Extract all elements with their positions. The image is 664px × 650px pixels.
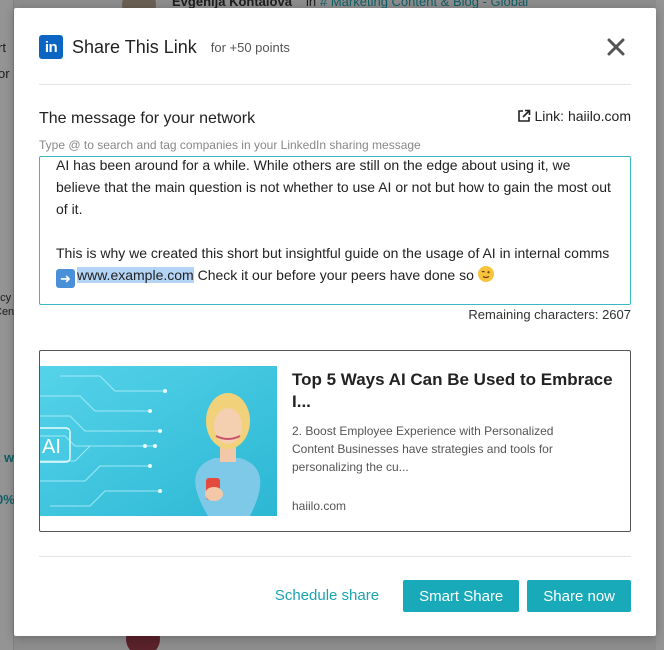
points-label: for +50 points: [210, 39, 290, 55]
preview-title[interactable]: Top 5 Ways AI Can Be Used to Embrace I..…: [292, 369, 622, 413]
message-textarea[interactable]: AI has been around for a while. While ot…: [39, 156, 631, 305]
share-link-modal: in Share This Link for +50 points The me…: [14, 8, 656, 636]
close-button[interactable]: [601, 32, 631, 62]
linkedin-icon: in: [39, 35, 63, 59]
modal-footer: Schedule share Smart Share Share now: [259, 580, 631, 612]
smart-share-button[interactable]: Smart Share: [403, 580, 520, 612]
preview-domain: haiilo.com: [292, 499, 347, 513]
tagging-hint: Type @ to search and tag companies in yo…: [39, 138, 421, 152]
preview-description: 2. Boost Employee Experience with Person…: [292, 424, 554, 474]
modal-title: Share This Link: [72, 36, 197, 57]
right-arrow-emoji-icon: ➜: [56, 269, 75, 288]
link-preview-card[interactable]: AI Top 5 Ways AI Can Be Used to Embrace …: [39, 350, 631, 532]
external-link-icon: [517, 109, 530, 122]
link-info[interactable]: Link: haiilo.com: [517, 108, 632, 124]
header-divider: [39, 84, 631, 85]
preview-image-art: AI: [40, 366, 277, 516]
remaining-characters: Remaining characters: 2607: [468, 307, 631, 322]
preview-image-label: AI: [42, 436, 61, 458]
message-paragraph-2: This is why we created this short but in…: [56, 242, 614, 288]
footer-divider: [39, 556, 631, 557]
wink-emoji-icon: [477, 266, 494, 282]
schedule-share-button[interactable]: Schedule share: [259, 580, 395, 612]
preview-image: AI: [40, 366, 277, 516]
message-paragraph-2-tail: Check it our before your peers have done…: [193, 267, 474, 283]
close-icon: [607, 38, 625, 56]
share-now-button[interactable]: Share now: [527, 580, 631, 612]
modal-header: in Share This Link for +50 points: [39, 32, 631, 62]
message-paragraph-2-text: This is why we created this short but in…: [56, 245, 610, 261]
link-label: Link: haiilo.com: [534, 108, 632, 124]
message-link-selected: www.example.com: [77, 267, 194, 283]
message-paragraph-1: AI has been around for a while. While ot…: [56, 157, 611, 217]
message-section-title: The message for your network: [39, 110, 256, 127]
